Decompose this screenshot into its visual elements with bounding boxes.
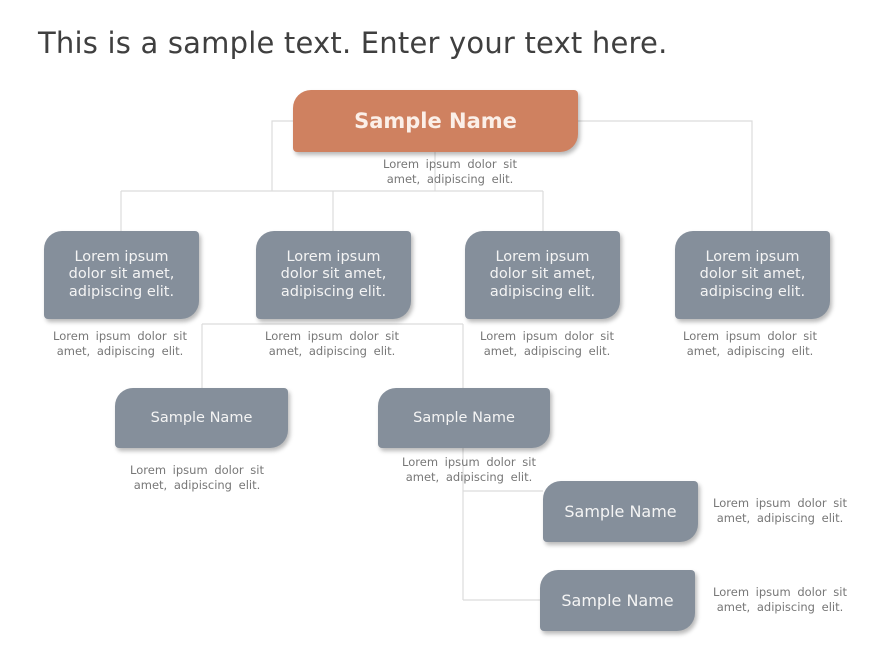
level3-node-2-description: Lorem ipsum dolor sit amet, adipiscing el… (713, 585, 847, 614)
level2-node-2-description: Lorem ipsum dolor sit amet, adipiscing el… (402, 455, 536, 484)
level2-node-1-description: Lorem ipsum dolor sit amet, adipiscing el… (130, 463, 264, 492)
level2-node-2[interactable]: Sample Name (378, 388, 550, 448)
level2-node-1[interactable]: Sample Name (115, 388, 288, 448)
level1-node-3-description: Lorem ipsum dolor sit amet, adipiscing el… (480, 329, 614, 358)
level1-node-2[interactable]: Lorem ipsum dolor sit amet, adipiscing eli… (256, 231, 411, 319)
connector-root-right (578, 120, 753, 231)
level1-node-2-description: Lorem ipsum dolor sit amet, adipiscing el… (265, 329, 399, 358)
root-node-label: Sample Name (354, 109, 517, 133)
level1-node-1[interactable]: Lorem ipsum dolor sit amet, adipiscing eli… (44, 231, 199, 319)
level3-node-1-description: Lorem ipsum dolor sit amet, adipiscing el… (713, 496, 847, 525)
connector-root-left (271, 120, 293, 191)
level1-node-4-description: Lorem ipsum dolor sit amet, adipiscing el… (683, 329, 817, 358)
root-node[interactable]: Sample Name (293, 90, 578, 152)
level3-node-2[interactable]: Sample Name (540, 570, 695, 631)
level1-node-3[interactable]: Lorem ipsum dolor sit amet, adipiscing eli… (465, 231, 620, 319)
root-description: Lorem ipsum dolor sit amet, adipiscing e… (383, 157, 517, 186)
level1-node-4[interactable]: Lorem ipsum dolor sit amet, adipiscing eli… (675, 231, 830, 319)
level1-node-1-description: Lorem ipsum dolor sit amet, adipiscing el… (53, 329, 187, 358)
level3-node-1[interactable]: Sample Name (543, 481, 698, 542)
